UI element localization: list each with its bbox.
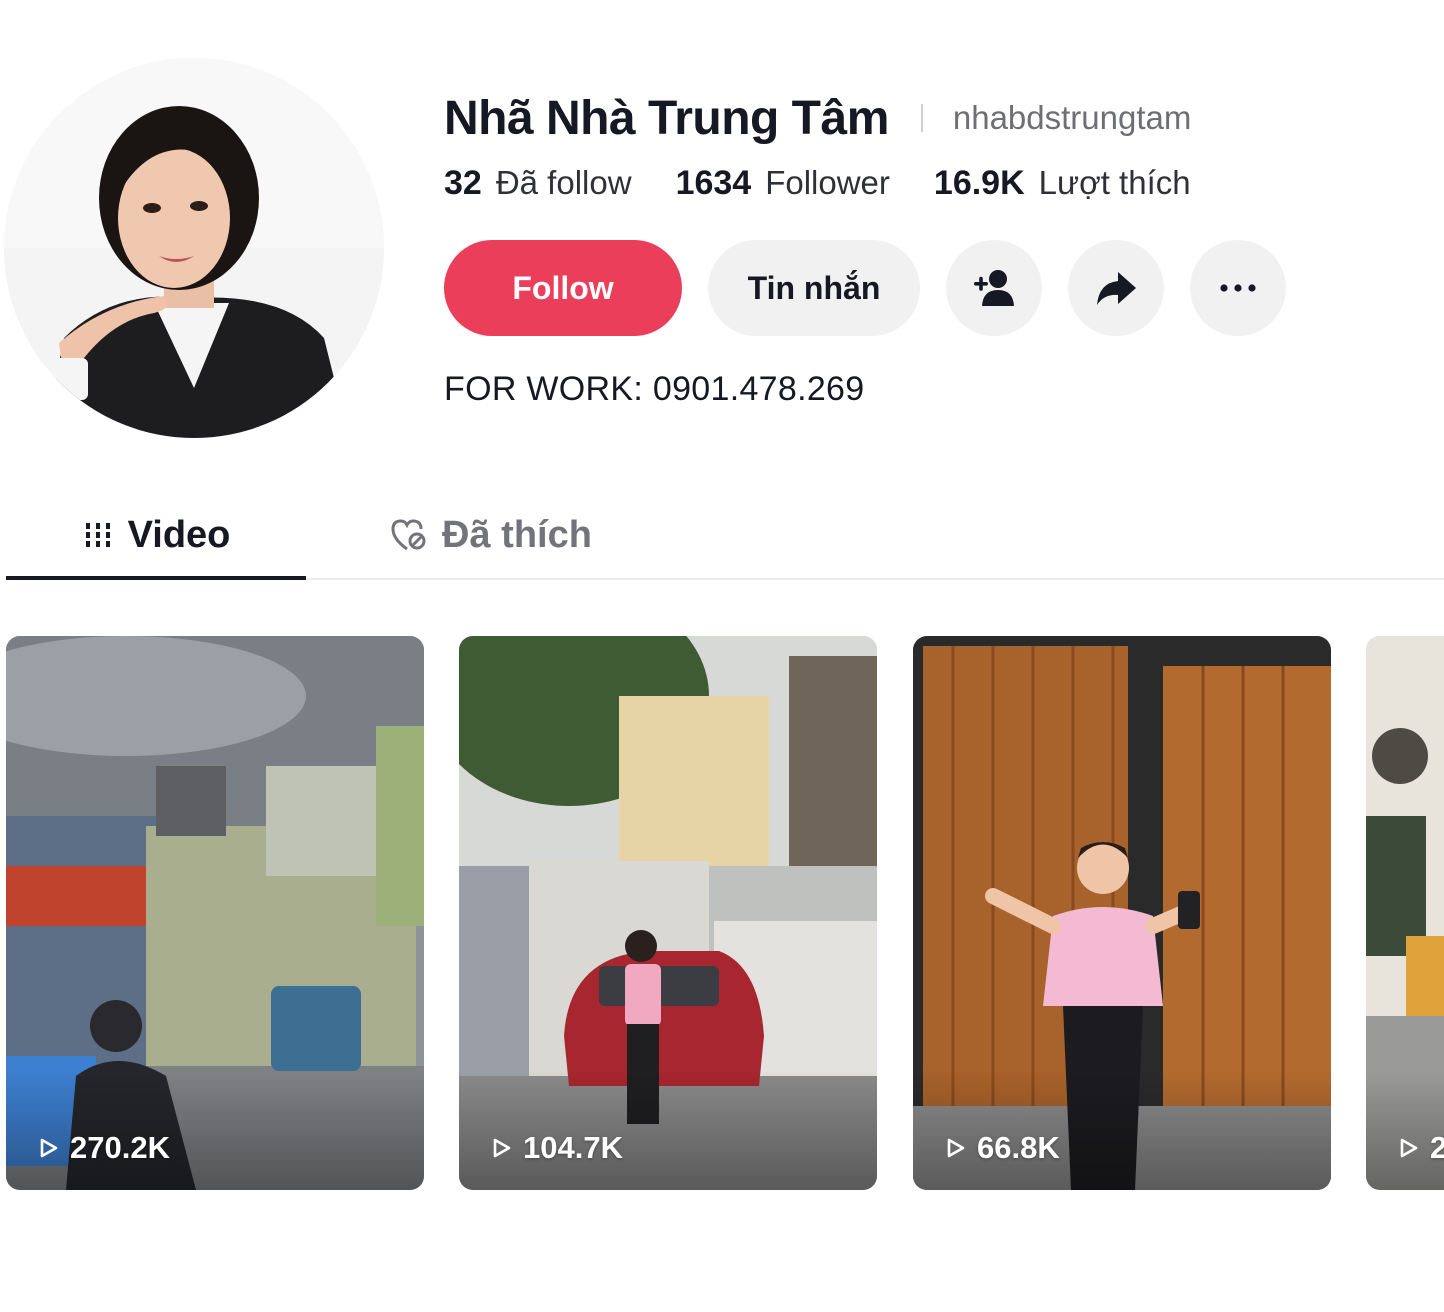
profile-tabs: Video Đã thích xyxy=(6,490,1444,580)
name-row: Nhã Nhà Trung Tâm nhabdstrungtam xyxy=(444,88,1424,148)
tab-video[interactable]: Video xyxy=(6,490,306,580)
play-icon xyxy=(493,1138,511,1158)
view-count: 270.2K xyxy=(36,1130,170,1166)
more-icon xyxy=(1220,284,1256,292)
view-count-value: 66.8K xyxy=(977,1130,1060,1165)
view-count: 66.8K xyxy=(943,1130,1060,1166)
view-count-value: 270.2K xyxy=(70,1130,170,1165)
followers-count: 1634 xyxy=(675,163,752,202)
profile-actions: Follow Tin nhắn xyxy=(444,240,1424,336)
display-name: Nhã Nhà Trung Tâm xyxy=(444,91,889,145)
share-button[interactable] xyxy=(1068,240,1164,336)
following-count: 32 xyxy=(444,163,482,202)
tab-liked[interactable]: Đã thích xyxy=(366,490,616,580)
video-card[interactable]: 104.7K xyxy=(459,636,877,1190)
tab-liked-label: Đã thích xyxy=(442,513,592,556)
likes-stat: 16.9K Lượt thích xyxy=(934,164,1191,203)
video-grid: 270.2K 104.7K 66.8K 2 xyxy=(6,636,1444,1192)
follow-button[interactable]: Follow xyxy=(444,240,682,336)
play-icon xyxy=(947,1138,965,1158)
tab-video-label: Video xyxy=(127,513,231,556)
active-tab-indicator xyxy=(6,576,306,580)
play-icon xyxy=(1400,1138,1418,1158)
more-button[interactable] xyxy=(1190,240,1286,336)
profile-bio: FOR WORK: 0901.478.269 xyxy=(444,370,865,408)
profile-stats: 32 Đã follow 1634 Follower 16.9K Lượt th… xyxy=(444,158,1424,208)
play-icon xyxy=(40,1138,58,1158)
avatar[interactable] xyxy=(4,58,384,438)
video-card[interactable]: 270.2K xyxy=(6,636,424,1190)
following-label: Đã follow xyxy=(495,163,632,201)
followers-label: Follower xyxy=(765,163,890,201)
liked-heart-icon xyxy=(391,519,426,551)
likes-label: Lượt thích xyxy=(1038,163,1191,201)
avatar-photo xyxy=(4,58,384,438)
username: nhabdstrungtam xyxy=(952,99,1192,136)
view-count: 2 xyxy=(1396,1130,1444,1166)
followers-stat[interactable]: 1634 Follower xyxy=(676,164,890,203)
profile-info: Nhã Nhà Trung Tâm nhabdstrungtam 32 Đã f… xyxy=(444,88,1424,409)
view-count: 104.7K xyxy=(489,1130,623,1166)
add-friend-button[interactable] xyxy=(946,240,1042,336)
share-icon xyxy=(1097,272,1136,305)
grid-icon xyxy=(85,523,110,547)
following-stat[interactable]: 32 Đã follow xyxy=(444,164,632,203)
view-count-value: 104.7K xyxy=(523,1130,623,1165)
name-divider xyxy=(920,104,923,132)
message-button[interactable]: Tin nhắn xyxy=(708,240,920,336)
view-count-value: 2 xyxy=(1430,1130,1444,1165)
video-card[interactable]: 2 xyxy=(1366,636,1444,1190)
likes-count: 16.9K xyxy=(933,163,1025,202)
add-user-icon xyxy=(974,270,1014,306)
video-card[interactable]: 66.8K xyxy=(913,636,1331,1190)
